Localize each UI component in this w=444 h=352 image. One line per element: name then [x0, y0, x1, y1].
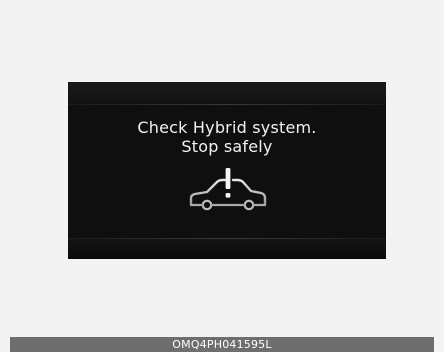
display-top-band: [68, 82, 386, 104]
warning-message-line2: Stop safely: [181, 137, 273, 156]
cluster-display: Check Hybrid system. Stop safely: [68, 82, 386, 259]
display-bottom-band: [68, 239, 386, 259]
image-caption-code: OMQ4PH041595L: [10, 337, 434, 352]
warning-message-line1: Check Hybrid system.: [137, 118, 317, 137]
car-warning-icon: [189, 168, 267, 211]
display-divider-top: [68, 104, 386, 105]
